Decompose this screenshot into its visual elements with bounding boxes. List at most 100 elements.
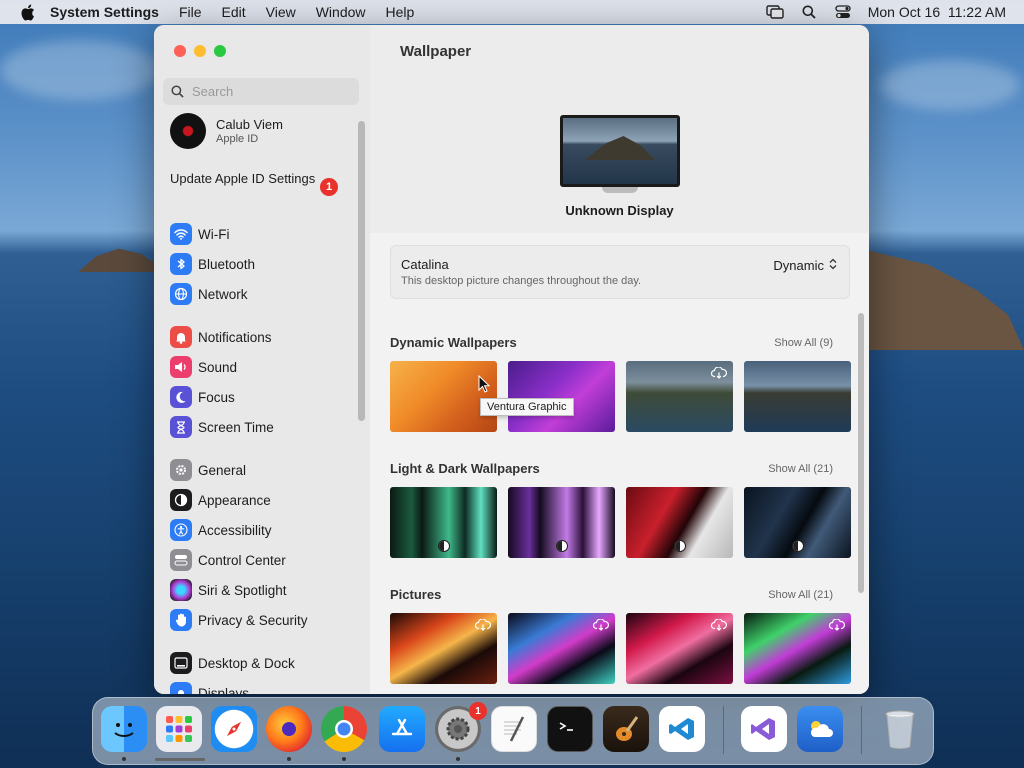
wallpaper-pane: Wallpaper Unknown Display Catalina This … — [370, 25, 869, 694]
menu-edit[interactable]: Edit — [222, 4, 246, 20]
sidebar-item-accessibility[interactable]: Accessibility — [170, 519, 272, 541]
menu-view[interactable]: View — [266, 4, 296, 20]
terminal-icon[interactable] — [547, 706, 593, 752]
sidebar-item-focus[interactable]: Focus — [170, 386, 235, 408]
textedit-icon[interactable] — [491, 706, 537, 752]
sidebar-item-label: Sound — [198, 359, 238, 375]
apple-id-account[interactable]: Calub Viem Apple ID — [170, 113, 283, 149]
weather-icon[interactable] — [797, 706, 843, 752]
search-input[interactable] — [190, 83, 354, 100]
sidebar-item-displays[interactable]: Displays — [170, 682, 249, 694]
appearance-mode-select[interactable]: Dynamic — [773, 258, 837, 273]
control-center-icon[interactable] — [834, 4, 852, 20]
cloud-download-icon — [592, 618, 609, 636]
sidebar-item-label: Notifications — [198, 329, 272, 345]
page-title: Wallpaper — [400, 43, 472, 60]
wallpaper-thumb-stripes-green[interactable] — [390, 487, 497, 558]
sidebar-item-wifi[interactable]: Wi-Fi — [170, 223, 229, 245]
sidebar-item-privacy-security[interactable]: Privacy & Security — [170, 609, 308, 631]
light-dark-glyph-icon — [437, 540, 450, 552]
siri-icon — [170, 579, 192, 601]
screen-mirroring-icon[interactable] — [766, 4, 784, 20]
sidebar-item-general[interactable]: General — [170, 459, 246, 481]
wallpaper-thumb-red-curves[interactable] — [626, 487, 733, 558]
show-all-light-dark-button[interactable]: Show All (21) — [768, 463, 833, 475]
running-indicator — [456, 757, 460, 761]
dynamic-wallpapers-row — [390, 361, 851, 432]
running-indicator — [342, 757, 346, 761]
wallpaper-thumb-catalina[interactable] — [744, 361, 851, 432]
sidebar-item-label: Control Center — [198, 552, 286, 568]
system-settings-icon[interactable]: 1 — [435, 702, 487, 752]
current-wallpaper-name: Catalina — [401, 257, 449, 272]
sidebar-item-siri-spotlight[interactable]: Siri & Spotlight — [170, 579, 287, 601]
sidebar-item-label: Screen Time — [198, 419, 274, 435]
update-apple-id-settings[interactable]: Update Apple ID Settings — [170, 171, 340, 187]
sidebar-item-sound[interactable]: Sound — [170, 356, 237, 378]
update-badge: 1 — [320, 178, 338, 196]
account-subtitle: Apple ID — [216, 133, 259, 145]
cloud-download-icon — [710, 366, 727, 384]
menu-file[interactable]: File — [179, 4, 202, 20]
garageband-icon[interactable] — [603, 706, 649, 752]
finder-icon[interactable] — [101, 706, 147, 752]
appearance-icon — [170, 489, 192, 511]
show-all-dynamic-button[interactable]: Show All (9) — [774, 337, 833, 349]
trash-icon[interactable] — [877, 706, 923, 752]
sidebar-item-bluetooth[interactable]: Bluetooth — [170, 253, 255, 275]
zoom-window-button[interactable] — [214, 45, 226, 57]
sidebar-item-appearance[interactable]: Appearance — [170, 489, 271, 511]
safari-icon[interactable] — [211, 706, 257, 752]
dock-icon — [170, 652, 192, 674]
show-all-pictures-button[interactable]: Show All (21) — [768, 589, 833, 601]
speaker-icon — [170, 356, 192, 378]
menu-window[interactable]: Window — [316, 4, 366, 20]
sidebar-item-label: Displays — [198, 685, 250, 695]
wallpaper-thumb-dark-curves[interactable] — [744, 487, 851, 558]
dock-separator — [861, 706, 862, 754]
wallpaper-thumb-macbook-green[interactable] — [744, 613, 851, 684]
menu-app-name[interactable]: System Settings — [50, 4, 159, 20]
appearance-mode-value: Dynamic — [773, 258, 824, 273]
launchpad-icon[interactable] — [156, 706, 202, 752]
sidebar-item-notifications[interactable]: Notifications — [170, 326, 272, 348]
minimize-window-button[interactable] — [194, 45, 206, 57]
section-title-light-dark: Light & Dark Wallpapers — [390, 461, 540, 476]
wallpaper-thumb-macbook-pink[interactable] — [626, 613, 733, 684]
search-field[interactable] — [163, 78, 359, 105]
accessibility-icon — [170, 519, 192, 541]
close-window-button[interactable] — [174, 45, 186, 57]
sidebar-item-label: General — [198, 462, 247, 478]
control-center-icon — [170, 549, 192, 571]
apple-menu-icon[interactable] — [18, 3, 36, 21]
content-scrollbar[interactable] — [858, 313, 864, 593]
firefox-icon[interactable] — [266, 706, 312, 752]
display-preview-area: Wallpaper Unknown Display — [370, 25, 869, 234]
visual-studio-icon[interactable] — [741, 706, 787, 752]
sidebar-item-label: Desktop & Dock — [198, 655, 295, 671]
sidebar-item-screen-time[interactable]: Screen Time — [170, 416, 274, 438]
sidebar-item-control-center[interactable]: Control Center — [170, 549, 286, 571]
dock: 1 — [92, 697, 934, 765]
wallpaper-thumb-monterey-graphic[interactable] — [508, 361, 615, 432]
spotlight-search-icon[interactable] — [800, 4, 818, 20]
monitor-stand — [602, 187, 638, 193]
wallpaper-thumb-big-sur-coast[interactable] — [626, 361, 733, 432]
display-name: Unknown Display — [565, 203, 674, 218]
wallpaper-thumb-stripes-purple[interactable] — [508, 487, 615, 558]
section-title-pictures: Pictures — [390, 587, 442, 602]
wallpaper-thumb-macbook-orange[interactable] — [390, 613, 497, 684]
sidebar-scrollbar[interactable] — [358, 121, 365, 421]
menu-help[interactable]: Help — [386, 4, 415, 20]
app-store-icon[interactable] — [379, 706, 425, 752]
wallpaper-thumb-macbook-blue[interactable] — [508, 613, 615, 684]
cloud-download-icon — [474, 618, 491, 636]
light-dark-glyph-icon — [555, 540, 568, 552]
sidebar-item-label: Accessibility — [198, 522, 272, 538]
menubar-clock[interactable]: Mon Oct 16 11:22 AM — [868, 4, 1006, 20]
chrome-icon[interactable] — [321, 706, 367, 752]
sidebar-item-desktop-dock[interactable]: Desktop & Dock — [170, 652, 295, 674]
vscode-icon[interactable] — [659, 706, 705, 752]
cloud-download-icon — [710, 618, 727, 636]
sidebar-item-network[interactable]: Network — [170, 283, 248, 305]
